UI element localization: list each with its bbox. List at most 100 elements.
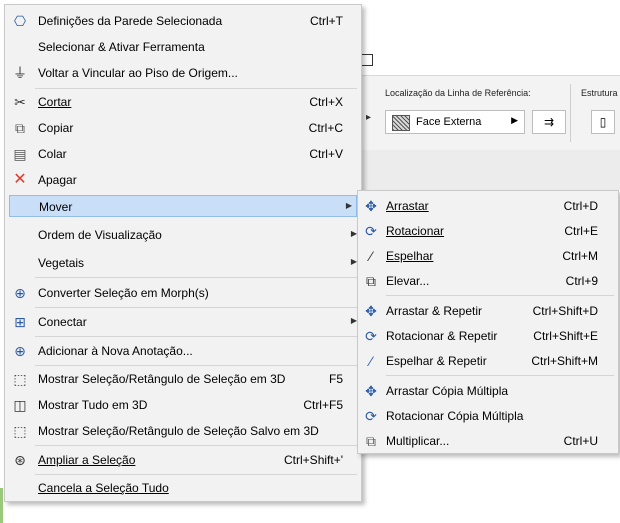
menu-item-shortcut: Ctrl+C — [308, 121, 343, 135]
menu-item-shortcut: Ctrl+9 — [565, 274, 598, 288]
menu-item-delete[interactable]: ✕ Apagar — [5, 169, 361, 191]
submenu-item-rotate[interactable]: ⟳ Rotacionar Ctrl+E — [358, 220, 618, 242]
menu-item-shortcut: Ctrl+M — [562, 249, 598, 263]
menu-item-relink-story[interactable]: ⏚ Voltar a Vincular ao Piso de Origem... — [5, 62, 361, 84]
menu-item-shortcut: Ctrl+U — [563, 434, 598, 448]
reference-flip-button[interactable]: ⇉ — [532, 110, 566, 134]
toolbar-icon[interactable] — [361, 54, 373, 66]
reference-face-dropdown[interactable]: Face Externa ▶ — [385, 110, 525, 134]
menu-item-connect[interactable]: ⊞ Conectar ▶ — [5, 311, 361, 333]
menu-item-shortcut: Ctrl+V — [309, 147, 343, 161]
submenu-item-mirror[interactable]: ⁄ Espelhar Ctrl+M — [358, 245, 618, 267]
zoom-selection-icon: ⊛ — [14, 452, 26, 468]
submenu-item-rotate-multi-copy[interactable]: ⟳ Rotacionar Cópia Múltipla — [358, 405, 618, 427]
menu-item-show-selection-3d[interactable]: ⬚ Mostrar Seleção/Retângulo de Seleção e… — [5, 368, 361, 390]
wall-settings-icon: ⎔ — [13, 13, 27, 29]
drag-icon: ✥ — [365, 198, 377, 214]
submenu-item-rotate-repeat[interactable]: ⟳ Rotacionar & Repetir Ctrl+Shift+E — [358, 325, 618, 347]
menu-item-label: Apagar — [38, 173, 77, 187]
menu-divider — [35, 307, 357, 308]
copy-icon: ⧉ — [15, 120, 25, 136]
menu-item-vegetation[interactable]: Vegetais ▶ — [5, 252, 361, 274]
reference-line-group-label: Localização da Linha de Referência: — [385, 88, 531, 98]
menu-item-label: Cancela a Seleção Tudo — [38, 481, 169, 495]
show-all-3d-icon: ◫ — [13, 397, 27, 413]
menu-item-select-activate-tool[interactable]: Selecionar & Ativar Ferramenta — [5, 36, 361, 58]
delete-x-icon: ✕ — [13, 171, 27, 188]
rotate-repeat-icon: ⟳ — [365, 328, 377, 344]
menu-item-shortcut: Ctrl+Shift+' — [284, 453, 343, 467]
menu-divider — [386, 375, 614, 376]
menu-divider — [386, 295, 614, 296]
menu-item-label: Mostrar Seleção/Retângulo de Seleção em … — [38, 372, 286, 386]
mirror-repeat-icon: ⁄ — [369, 353, 373, 369]
menu-item-label: Espelhar & Repetir — [386, 354, 487, 368]
show-3d-selection-icon: ⬚ — [13, 371, 27, 387]
morph-icon: ⊕ — [14, 285, 26, 301]
menu-item-label: Adicionar à Nova Anotação... — [38, 344, 193, 358]
submenu-item-elevate[interactable]: ⧉ Elevar... Ctrl+9 — [358, 270, 618, 292]
menu-item-label: Espelhar — [386, 249, 434, 263]
menu-item-show-all-3d[interactable]: ◫ Mostrar Tudo em 3D Ctrl+F5 — [5, 394, 361, 416]
menu-item-wall-settings[interactable]: ⎔ Definições da Parede Selecionada Ctrl+… — [5, 10, 361, 32]
multiply-icon: ⧉ — [366, 433, 376, 449]
drag-multi-copy-icon: ✥ — [365, 383, 377, 399]
submenu-item-mirror-repeat[interactable]: ⁄ Espelhar & Repetir Ctrl+Shift+M — [358, 350, 618, 372]
menu-item-copy[interactable]: ⧉ Copiar Ctrl+C — [5, 117, 361, 139]
menu-item-label: Ordem de Visualização — [38, 228, 162, 242]
chevron-right-icon: ▶ — [511, 115, 518, 125]
menu-item-label: Arrastar Cópia Múltipla — [386, 384, 509, 398]
mirror-icon: ⁄ — [369, 248, 373, 264]
rotate-multi-copy-icon: ⟳ — [365, 408, 377, 424]
menu-item-label: Vegetais — [38, 256, 85, 270]
menu-item-shortcut: Ctrl+Shift+M — [531, 354, 598, 368]
menu-item-shortcut: Ctrl+Shift+E — [533, 329, 598, 343]
menu-divider — [35, 336, 357, 337]
menu-item-label: Arrastar — [386, 199, 429, 213]
menu-item-label: Arrastar & Repetir — [386, 304, 483, 318]
menu-divider — [35, 445, 357, 446]
ribbon-divider — [570, 84, 571, 142]
move-submenu: ✥ Arrastar Ctrl+D ⟳ Rotacionar Ctrl+E ⁄ … — [357, 190, 619, 454]
scissors-icon: ✂ — [14, 94, 26, 110]
ribbon-arrow-icon: ▸ — [366, 112, 372, 123]
menu-item-label: Selecionar & Ativar Ferramenta — [38, 40, 205, 54]
menu-divider — [35, 88, 357, 89]
chevron-right-icon: ▶ — [345, 201, 352, 210]
hatch-swatch-icon — [392, 115, 410, 131]
submenu-item-drag-multi-copy[interactable]: ✥ Arrastar Cópia Múltipla — [358, 380, 618, 402]
submenu-item-drag-repeat[interactable]: ✥ Arrastar & Repetir Ctrl+Shift+D — [358, 300, 618, 322]
submenu-item-multiply[interactable]: ⧉ Multiplicar... Ctrl+U — [358, 430, 618, 452]
menu-item-paste[interactable]: ▤ Colar Ctrl+V — [5, 143, 361, 165]
menu-item-shortcut: Ctrl+X — [309, 95, 343, 109]
menu-item-add-annotation[interactable]: ⊕ Adicionar à Nova Anotação... — [5, 340, 361, 362]
menu-divider — [35, 474, 357, 475]
menu-item-label: Voltar a Vincular ao Piso de Origem... — [38, 66, 238, 80]
menu-item-convert-morph[interactable]: ⊕ Converter Seleção em Morph(s) — [5, 282, 361, 304]
menu-item-label: Copiar — [38, 121, 74, 135]
menu-item-label: Elevar... — [386, 274, 430, 288]
structure-group-label: Estrutura — [581, 88, 618, 98]
menu-item-label: Mover — [39, 200, 73, 214]
menu-item-label: Rotacionar — [386, 224, 445, 238]
structure-button[interactable]: ▯ — [591, 110, 615, 134]
menu-item-deselect-all[interactable]: Cancela a Seleção Tudo — [5, 477, 361, 499]
ribbon-lower-band — [355, 150, 620, 190]
menu-item-label: Conectar — [38, 315, 87, 329]
menu-item-zoom-selection[interactable]: ⊛ Ampliar a Seleção Ctrl+Shift+' — [5, 449, 361, 471]
menu-item-move[interactable]: Mover ▶ — [9, 195, 357, 217]
relink-story-icon: ⏚ — [13, 65, 27, 81]
menu-item-label: Mostrar Seleção/Retângulo de Seleção Sal… — [38, 424, 319, 438]
menu-item-display-order[interactable]: Ordem de Visualização ▶ — [5, 224, 361, 246]
menu-item-label: Ampliar a Seleção — [38, 453, 136, 467]
menu-item-shortcut: Ctrl+F5 — [303, 398, 343, 412]
drag-repeat-icon: ✥ — [365, 303, 377, 319]
reference-face-value: Face Externa — [416, 116, 482, 128]
menu-item-show-saved-selection-3d[interactable]: ⬚ Mostrar Seleção/Retângulo de Seleção S… — [5, 420, 361, 442]
menu-item-label: Cortar — [38, 95, 72, 109]
menu-item-cut[interactable]: ✂ Cortar Ctrl+X — [5, 91, 361, 113]
submenu-item-drag[interactable]: ✥ Arrastar Ctrl+D — [358, 195, 618, 217]
menu-item-label: Rotacionar & Repetir — [386, 329, 498, 343]
elevate-icon: ⧉ — [366, 273, 376, 289]
menu-item-label: Converter Seleção em Morph(s) — [38, 286, 209, 300]
